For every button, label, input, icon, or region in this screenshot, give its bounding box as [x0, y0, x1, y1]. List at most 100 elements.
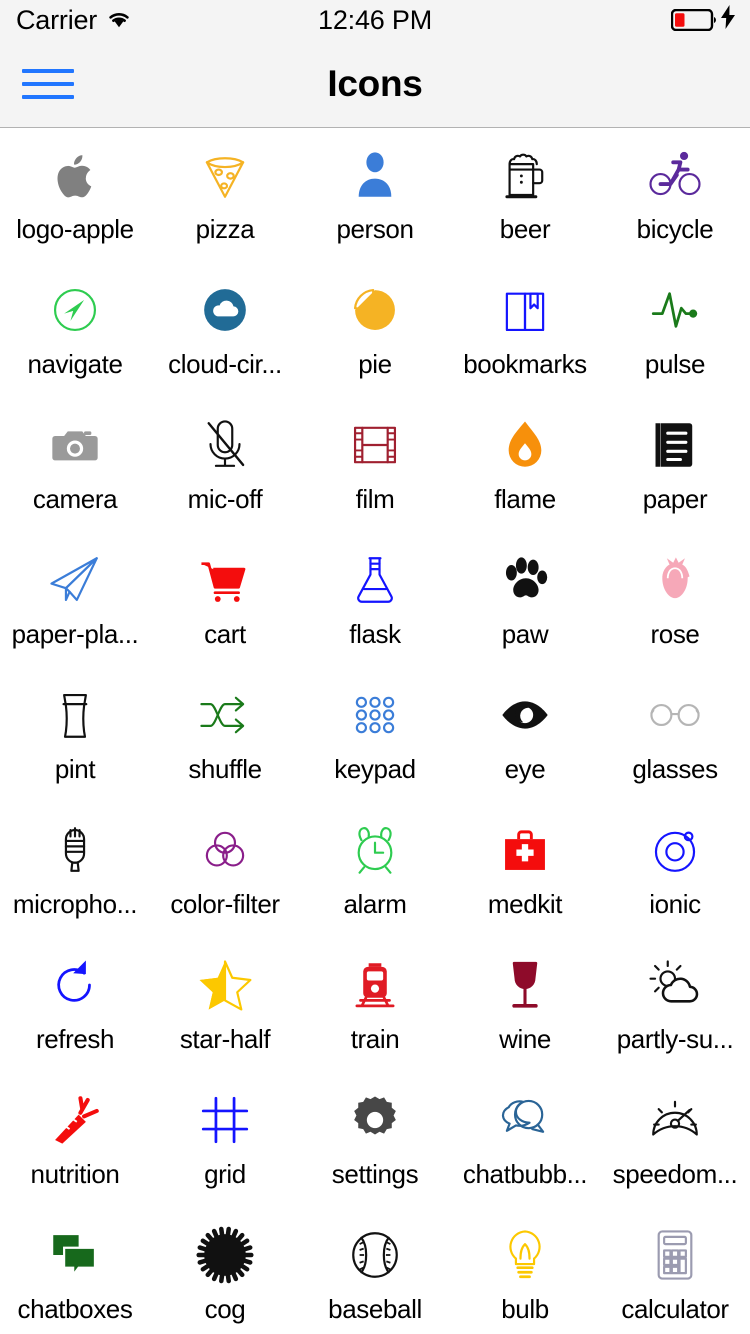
- icon-cell[interactable]: pizza: [150, 128, 300, 263]
- icon-cell[interactable]: cog: [150, 1208, 300, 1334]
- bicycle-icon[interactable]: [636, 144, 714, 206]
- icon-cell[interactable]: color-filter: [150, 803, 300, 938]
- icon-cell[interactable]: alarm: [300, 803, 450, 938]
- icon-cell[interactable]: paw: [450, 533, 600, 668]
- flame-icon[interactable]: [486, 414, 564, 476]
- chatboxes-icon[interactable]: [36, 1224, 114, 1286]
- icon-cell[interactable]: grid: [150, 1073, 300, 1208]
- icon-cell[interactable]: cloud-cir...: [150, 263, 300, 398]
- icon-cell[interactable]: nutrition: [0, 1073, 150, 1208]
- glasses-icon[interactable]: [636, 684, 714, 746]
- camera-icon[interactable]: [36, 414, 114, 476]
- train-icon[interactable]: [336, 954, 414, 1016]
- paper-icon[interactable]: [636, 414, 714, 476]
- icon-cell[interactable]: logo-apple: [0, 128, 150, 263]
- icon-cell[interactable]: bicycle: [600, 128, 750, 263]
- icon-cell[interactable]: train: [300, 938, 450, 1073]
- logo-apple-icon[interactable]: [36, 144, 114, 206]
- icon-cell[interactable]: baseball: [300, 1208, 450, 1334]
- film-icon[interactable]: [336, 414, 414, 476]
- alarm-clock-icon[interactable]: [336, 819, 414, 881]
- icon-cell[interactable]: chatbubb...: [450, 1073, 600, 1208]
- icon-label: refresh: [36, 1026, 114, 1052]
- cart-icon[interactable]: [186, 549, 264, 611]
- keypad-icon[interactable]: [336, 684, 414, 746]
- pie-chart-icon[interactable]: [336, 279, 414, 341]
- bulb-icon[interactable]: [486, 1224, 564, 1286]
- icon-cell[interactable]: mic-off: [150, 398, 300, 533]
- icon-cell[interactable]: person: [300, 128, 450, 263]
- icon-cell[interactable]: calculator: [600, 1208, 750, 1334]
- icon-cell[interactable]: pulse: [600, 263, 750, 398]
- icon-cell[interactable]: star-half: [150, 938, 300, 1073]
- paper-plane-icon[interactable]: [36, 549, 114, 611]
- icon-cell[interactable]: keypad: [300, 668, 450, 803]
- icon-cell[interactable]: chatboxes: [0, 1208, 150, 1334]
- cog-icon[interactable]: [186, 1224, 264, 1286]
- rose-icon[interactable]: [636, 549, 714, 611]
- icon-cell[interactable]: partly-su...: [600, 938, 750, 1073]
- icon-cell[interactable]: bookmarks: [450, 263, 600, 398]
- pulse-icon[interactable]: [636, 279, 714, 341]
- person-icon[interactable]: [336, 144, 414, 206]
- pint-glass-icon[interactable]: [36, 684, 114, 746]
- navigate-icon[interactable]: [36, 279, 114, 341]
- chatbubbles-icon[interactable]: [486, 1089, 564, 1151]
- speedometer-icon[interactable]: [636, 1089, 714, 1151]
- star-half-icon[interactable]: [186, 954, 264, 1016]
- icon-label: cloud-cir...: [168, 351, 282, 377]
- eye-icon[interactable]: [486, 684, 564, 746]
- icon-cell[interactable]: film: [300, 398, 450, 533]
- icon-cell[interactable]: ionic: [600, 803, 750, 938]
- icon-cell[interactable]: camera: [0, 398, 150, 533]
- flask-icon[interactable]: [336, 549, 414, 611]
- cloud-circle-icon[interactable]: [186, 279, 264, 341]
- shuffle-icon[interactable]: [186, 684, 264, 746]
- baseball-icon[interactable]: [336, 1224, 414, 1286]
- mic-off-icon[interactable]: [186, 414, 264, 476]
- icon-cell[interactable]: flask: [300, 533, 450, 668]
- icon-label: color-filter: [170, 891, 279, 917]
- paw-icon[interactable]: [486, 549, 564, 611]
- icon-cell[interactable]: micropho...: [0, 803, 150, 938]
- icon-cell[interactable]: navigate: [0, 263, 150, 398]
- status-bar-right: [671, 5, 750, 36]
- icon-cell[interactable]: settings: [300, 1073, 450, 1208]
- icon-cell[interactable]: refresh: [0, 938, 150, 1073]
- nutrition-carrot-icon[interactable]: [36, 1089, 114, 1151]
- partly-sunny-icon[interactable]: [636, 954, 714, 1016]
- icon-cell[interactable]: bulb: [450, 1208, 600, 1334]
- icon-label: star-half: [180, 1026, 270, 1052]
- icon-cell[interactable]: paper-pla...: [0, 533, 150, 668]
- pizza-icon[interactable]: [186, 144, 264, 206]
- icon-label: navigate: [27, 351, 122, 377]
- icon-cell[interactable]: eye: [450, 668, 600, 803]
- bookmarks-icon[interactable]: [486, 279, 564, 341]
- medkit-icon[interactable]: [486, 819, 564, 881]
- ionic-logo-icon[interactable]: [636, 819, 714, 881]
- calculator-icon[interactable]: [636, 1224, 714, 1286]
- icon-label: pie: [358, 351, 392, 377]
- icon-label: baseball: [328, 1296, 422, 1322]
- settings-gear-icon[interactable]: [336, 1089, 414, 1151]
- icon-cell[interactable]: medkit: [450, 803, 600, 938]
- icon-cell[interactable]: pie: [300, 263, 450, 398]
- icon-cell[interactable]: flame: [450, 398, 600, 533]
- wine-glass-icon[interactable]: [486, 954, 564, 1016]
- icon-cell[interactable]: speedom...: [600, 1073, 750, 1208]
- refresh-icon[interactable]: [36, 954, 114, 1016]
- icon-label: eye: [505, 756, 546, 782]
- icon-cell[interactable]: shuffle: [150, 668, 300, 803]
- beer-icon[interactable]: [486, 144, 564, 206]
- icon-cell[interactable]: glasses: [600, 668, 750, 803]
- icon-cell[interactable]: beer: [450, 128, 600, 263]
- microphone-icon[interactable]: [36, 819, 114, 881]
- icon-cell[interactable]: cart: [150, 533, 300, 668]
- icon-grid: logo-applepizzapersonbeerbicycle navigate…: [0, 128, 750, 1334]
- icon-cell[interactable]: pint: [0, 668, 150, 803]
- icon-cell[interactable]: rose: [600, 533, 750, 668]
- icon-cell[interactable]: wine: [450, 938, 600, 1073]
- grid-icon[interactable]: [186, 1089, 264, 1151]
- color-filter-icon[interactable]: [186, 819, 264, 881]
- icon-cell[interactable]: paper: [600, 398, 750, 533]
